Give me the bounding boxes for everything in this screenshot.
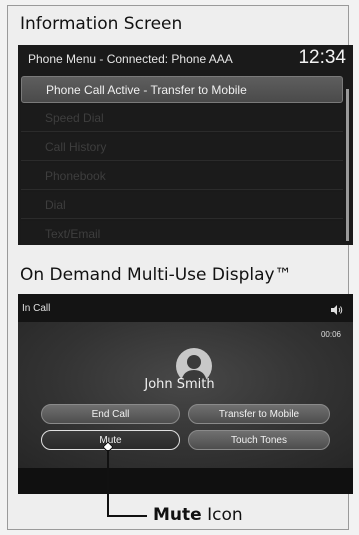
touch-tones-button[interactable]: Touch Tones (188, 430, 330, 450)
callout-line-horizontal (107, 515, 147, 517)
callout-label-bold: Mute (153, 505, 202, 525)
menu-item-phonebook[interactable]: Phonebook (21, 163, 343, 190)
transfer-to-mobile-button[interactable]: Transfer to Mobile (188, 404, 330, 424)
callout-line (107, 450, 109, 517)
callout-label-rest: Icon (201, 505, 243, 525)
scrollbar[interactable] (346, 89, 349, 241)
in-call-title: In Call (22, 303, 51, 314)
phone-menu-list: Phone Call Active - Transfer to Mobile S… (21, 76, 343, 245)
mid-bottom-bar (18, 468, 353, 494)
call-timer: 00:06 (320, 330, 341, 339)
speaker-icon (331, 302, 343, 320)
mid-display-heading: On Demand Multi-Use Display™ (20, 265, 292, 285)
contact-name: John Smith (144, 377, 215, 392)
info-screen-heading: Information Screen (20, 14, 183, 34)
multi-use-display: In Call 00:06 End Call Transfer to Mobil… (18, 294, 353, 494)
end-call-button[interactable]: End Call (41, 404, 180, 424)
info-header-title: Phone Menu - Connected: Phone AAA (28, 52, 233, 66)
information-screen: Phone Menu - Connected: Phone AAA 12:34 … (18, 45, 353, 245)
menu-item-transfer-to-mobile[interactable]: Phone Call Active - Transfer to Mobile (21, 76, 343, 103)
mid-topbar: In Call (18, 294, 353, 322)
clock: 12:34 (298, 47, 346, 68)
menu-item-call-history[interactable]: Call History (21, 134, 343, 161)
menu-item-text-email[interactable]: Text/Email (21, 221, 343, 245)
menu-item-speed-dial[interactable]: Speed Dial (21, 105, 343, 132)
mute-icon-callout: Mute Icon (153, 505, 243, 525)
info-header: Phone Menu - Connected: Phone AAA 12:34 (18, 45, 353, 73)
menu-item-dial[interactable]: Dial (21, 192, 343, 219)
